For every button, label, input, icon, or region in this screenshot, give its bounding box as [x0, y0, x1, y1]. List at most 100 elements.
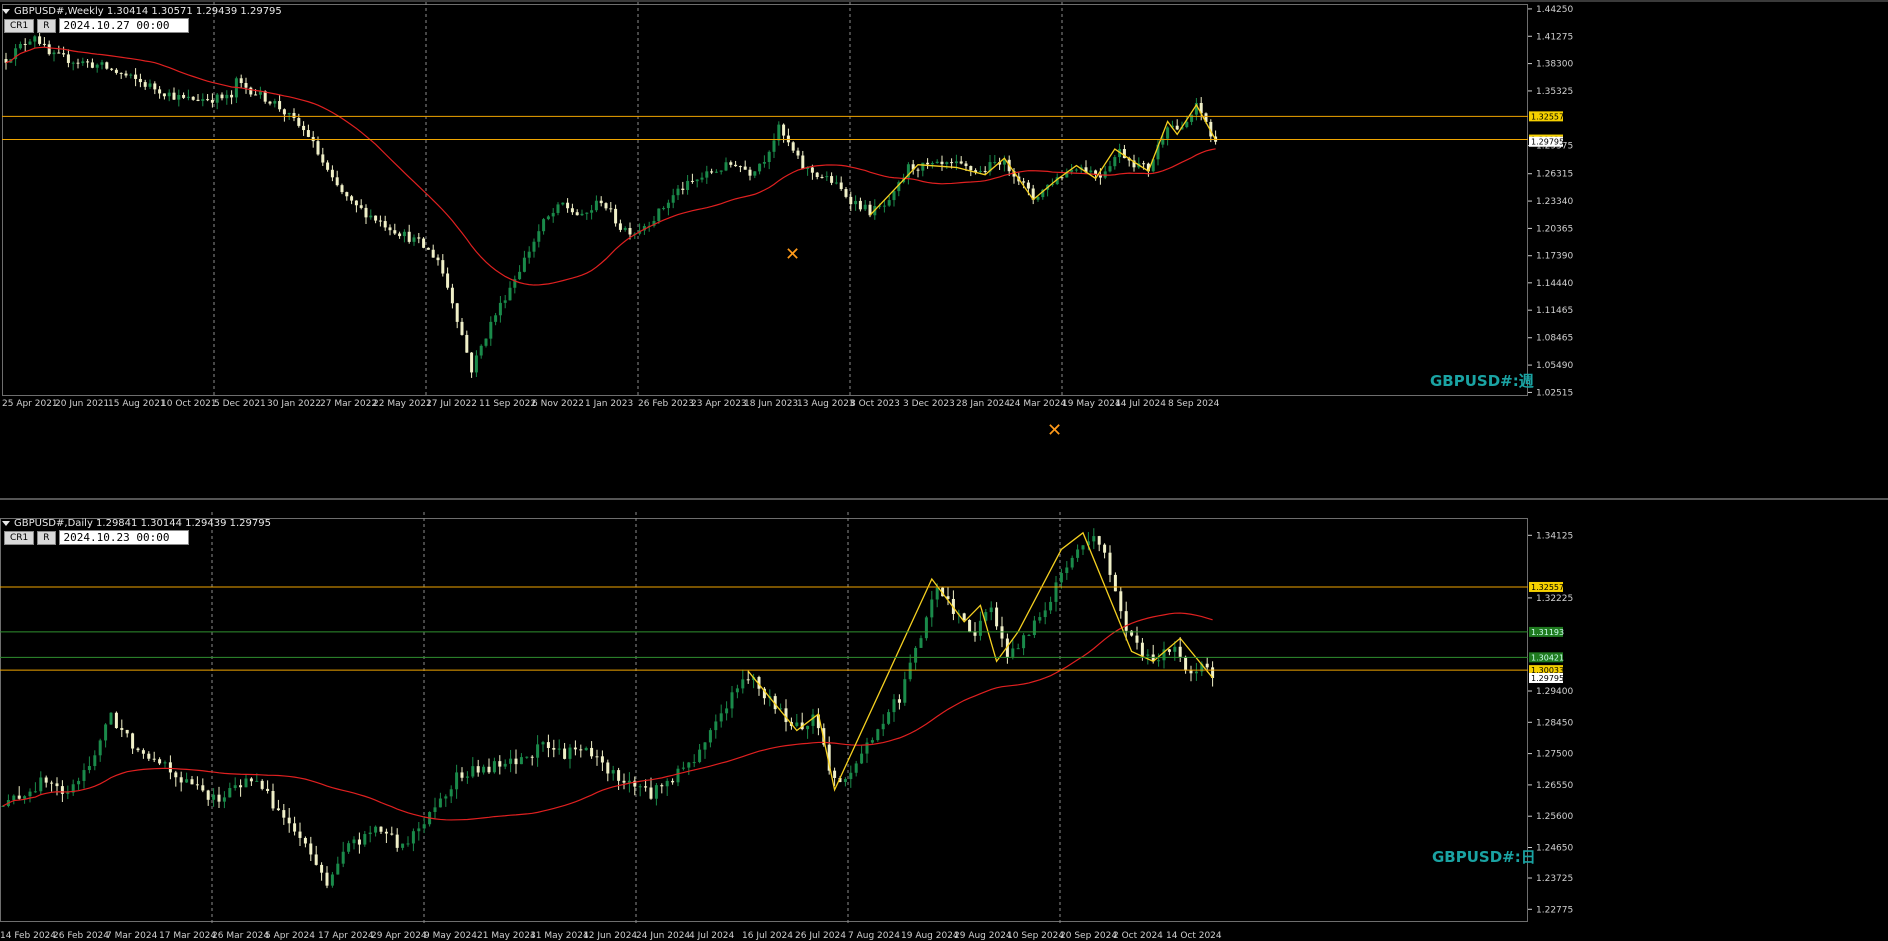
crosshair-move-icon[interactable]: ✕ — [1047, 422, 1062, 440]
collapse-triangle-icon[interactable] — [2, 520, 10, 526]
candle-body — [162, 93, 166, 97]
candle-body — [125, 729, 129, 734]
candle-body — [244, 778, 248, 788]
candle-body — [1140, 642, 1144, 656]
price-tick-label: 1.23725 — [1536, 874, 1573, 884]
candle-body — [546, 216, 550, 220]
candle-body — [359, 205, 363, 208]
candle-body — [134, 74, 138, 79]
candle-body — [436, 257, 440, 261]
candle-body — [734, 164, 738, 167]
candle-body — [340, 185, 344, 193]
candle-body — [233, 785, 237, 789]
candle-body — [772, 140, 776, 152]
candle-body — [1190, 114, 1194, 122]
candle-body — [870, 740, 874, 743]
candle-body — [962, 613, 966, 620]
candle-body — [168, 762, 172, 773]
candle-body — [945, 162, 949, 165]
candle-body — [892, 699, 896, 713]
candle-body — [86, 61, 90, 63]
zigzag-line — [747, 531, 1214, 792]
candle-body — [924, 617, 928, 639]
candle-body — [470, 352, 474, 373]
candle-body — [330, 169, 334, 178]
time-tick-label: 21 May 2024 — [477, 931, 536, 941]
time-tick-label: 10 Oct 2021 — [161, 399, 217, 409]
candle-body — [758, 163, 762, 172]
candle-body — [1032, 620, 1036, 636]
candle-body — [1092, 536, 1096, 542]
weekly-r-button[interactable]: R — [37, 18, 56, 33]
daily-r-button[interactable]: R — [37, 530, 56, 545]
price-tick-label: 1.35325 — [1536, 87, 1573, 97]
candle-body — [532, 241, 536, 252]
candle-body — [33, 791, 37, 793]
collapse-triangle-icon[interactable] — [2, 8, 10, 14]
candle-body — [44, 777, 48, 783]
candles — [4, 29, 1218, 378]
candle-body — [347, 843, 351, 852]
daily-candlestick-chart[interactable]: 1.34125 1.32225 1.29400 1.28450 1.27500 1.265… — [0, 500, 1888, 941]
candle-body — [363, 834, 367, 845]
time-tick-label: 18 Jun 2023 — [744, 399, 798, 409]
candle-body — [698, 749, 702, 763]
daily-date-input[interactable]: 2024.10.23 00:00 — [58, 530, 189, 545]
candle-body — [1089, 170, 1093, 173]
candle-body — [806, 725, 810, 730]
candle-body — [336, 863, 340, 875]
candle-body — [573, 747, 577, 750]
candle-body — [273, 101, 277, 104]
price-tick-label: 1.17390 — [1536, 252, 1573, 262]
candle-body — [830, 176, 834, 183]
candle-body — [844, 189, 848, 197]
candle-body — [1076, 549, 1080, 558]
candle-body — [1124, 611, 1128, 631]
candle-body — [1103, 544, 1107, 553]
candle-body — [455, 772, 459, 790]
candle-body — [552, 748, 556, 750]
weekly-candlestick-chart[interactable]: 1.442501.412751.383001.353251.293751.263… — [0, 0, 1888, 498]
candle-body — [810, 167, 814, 173]
candle-body — [260, 780, 264, 789]
candle-body — [298, 831, 302, 838]
time-tick-label: 27 Mar 2022 — [320, 399, 377, 409]
candle-body — [114, 712, 118, 729]
candle-body — [455, 303, 459, 322]
candle-body — [460, 772, 464, 778]
weekly-chart-pane[interactable]: 1.442501.412751.383001.353251.293751.263… — [0, 0, 1888, 498]
candle-body — [393, 230, 397, 234]
candle-body — [412, 237, 416, 242]
candle-body — [649, 787, 653, 799]
time-tick-label: 12 Jun 2024 — [583, 931, 637, 941]
candle-body — [191, 96, 195, 100]
candle-body — [39, 777, 43, 792]
candle-body — [657, 208, 661, 222]
candle-body — [402, 231, 406, 237]
candle-body — [153, 83, 157, 90]
candle-body — [38, 36, 42, 44]
candle-body — [882, 205, 886, 207]
daily-header-text: GBPUSD#,Daily 1.29841 1.30144 1.29439 1.… — [14, 518, 271, 529]
time-tick-label: 7 Aug 2024 — [848, 931, 900, 941]
candle-body — [357, 839, 361, 845]
price-tick-label: 1.29400 — [1536, 687, 1573, 697]
weekly-date-input[interactable]: 2024.10.27 00:00 — [58, 18, 189, 33]
candle-body — [23, 43, 27, 45]
crosshair-move-icon[interactable]: ✕ — [785, 246, 800, 264]
candle-body — [210, 99, 214, 103]
time-tick-label: 20 Jun 2021 — [55, 399, 109, 409]
candle-body — [426, 247, 430, 250]
candle-body — [268, 101, 272, 104]
candle-body — [638, 786, 642, 788]
daily-cr1-button[interactable]: CR1 — [4, 530, 35, 545]
candle-body — [767, 151, 771, 162]
daily-chart-pane[interactable]: 1.34125 1.32225 1.29400 1.28450 1.27500 1.265… — [0, 422, 1888, 941]
weekly-cr1-button[interactable]: CR1 — [4, 18, 35, 33]
candle-body — [278, 101, 282, 110]
candle-body — [1135, 635, 1139, 643]
candle-body — [341, 851, 345, 864]
candle-body — [710, 171, 714, 173]
candle-body — [28, 791, 32, 797]
time-tick-label: 13 Aug 2023 — [797, 399, 855, 409]
